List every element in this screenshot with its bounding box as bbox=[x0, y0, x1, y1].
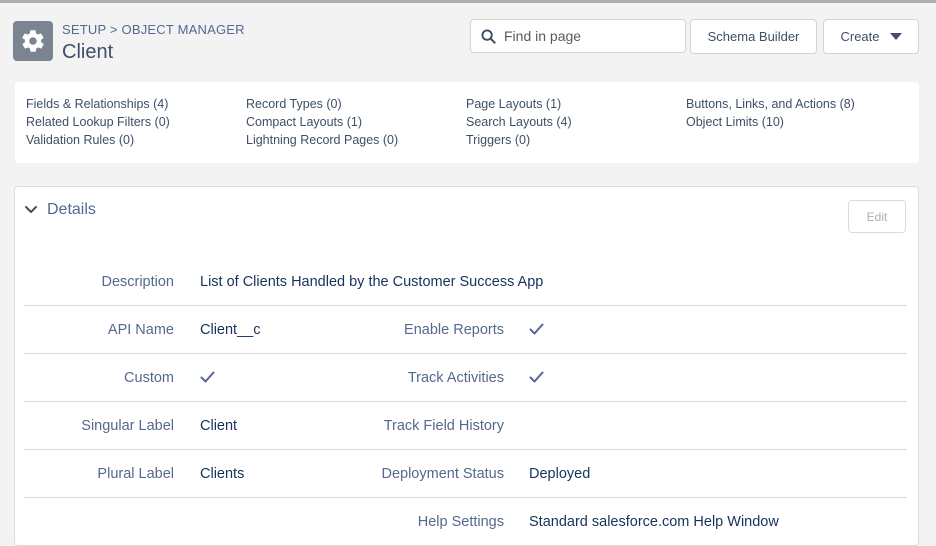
find-in-page-search[interactable] bbox=[470, 19, 686, 53]
detail-row-plural-label: Plural Label Clients Deployment Status D… bbox=[24, 450, 907, 498]
link-triggers[interactable]: Triggers (0) bbox=[466, 131, 572, 149]
field-value: List of Clients Handled by the Customer … bbox=[200, 274, 544, 290]
quick-links-column-2: Record Types (0) Compact Layouts (1) Lig… bbox=[246, 95, 398, 149]
checkmark-icon bbox=[529, 323, 544, 335]
field-value: Deployed bbox=[529, 466, 591, 482]
chevron-down-icon bbox=[25, 206, 37, 214]
create-button-label: Create bbox=[840, 29, 880, 44]
quick-links-column-1: Fields & Relationships (4) Related Looku… bbox=[26, 95, 170, 149]
quick-links-panel: Fields & Relationships (4) Related Looku… bbox=[15, 82, 919, 163]
link-lightning-record-pages[interactable]: Lightning Record Pages (0) bbox=[246, 131, 398, 149]
field-label: Description bbox=[101, 274, 174, 290]
field-label: Track Field History bbox=[383, 418, 504, 434]
link-fields-relationships[interactable]: Fields & Relationships (4) bbox=[26, 95, 170, 113]
field-label: Singular Label bbox=[81, 418, 174, 434]
breadcrumb[interactable]: SETUP > OBJECT MANAGER bbox=[62, 22, 245, 37]
field-label: Track Activities bbox=[407, 370, 504, 386]
detail-row-api-name: API Name Client__c Enable Reports bbox=[24, 306, 907, 354]
detail-row-help-settings: Help Settings Standard salesforce.com He… bbox=[24, 498, 907, 546]
link-compact-layouts[interactable]: Compact Layouts (1) bbox=[246, 113, 398, 131]
detail-row-singular-label: Singular Label Client Track Field Histor… bbox=[24, 402, 907, 450]
field-label: Enable Reports bbox=[404, 322, 504, 338]
detail-row-description: Description List of Clients Handled by t… bbox=[24, 258, 907, 306]
gear-icon bbox=[13, 21, 53, 61]
create-button[interactable]: Create bbox=[823, 19, 919, 54]
quick-links-column-4: Buttons, Links, and Actions (8) Object L… bbox=[686, 95, 855, 131]
checkmark-icon bbox=[200, 371, 215, 383]
details-card: Details Edit Description List of Clients… bbox=[14, 186, 919, 546]
page-title: Client bbox=[62, 41, 114, 63]
link-related-lookup-filters[interactable]: Related Lookup Filters (0) bbox=[26, 113, 170, 131]
field-label: Plural Label bbox=[97, 466, 174, 482]
link-buttons-links-actions[interactable]: Buttons, Links, and Actions (8) bbox=[686, 95, 855, 113]
field-value: Client__c bbox=[200, 322, 261, 338]
field-label: Deployment Status bbox=[381, 466, 504, 482]
caret-down-icon bbox=[889, 32, 902, 41]
search-icon bbox=[481, 28, 496, 44]
field-value: Client bbox=[200, 418, 238, 434]
link-page-layouts[interactable]: Page Layouts (1) bbox=[466, 95, 572, 113]
field-value: Clients bbox=[200, 466, 245, 482]
schema-builder-button[interactable]: Schema Builder bbox=[690, 19, 817, 54]
field-value: Standard salesforce.com Help Window bbox=[529, 514, 779, 530]
link-record-types[interactable]: Record Types (0) bbox=[246, 95, 398, 113]
link-validation-rules[interactable]: Validation Rules (0) bbox=[26, 131, 170, 149]
checkmark-icon bbox=[529, 371, 544, 383]
page-header: SETUP > OBJECT MANAGER Client Schema Bui… bbox=[0, 3, 936, 79]
details-section-toggle[interactable]: Details bbox=[25, 201, 96, 219]
link-object-limits[interactable]: Object Limits (10) bbox=[686, 113, 855, 131]
section-title: Details bbox=[47, 201, 96, 218]
link-search-layouts[interactable]: Search Layouts (4) bbox=[466, 113, 572, 131]
field-label: Custom bbox=[124, 370, 174, 386]
search-input[interactable] bbox=[504, 28, 674, 44]
field-label: Help Settings bbox=[417, 514, 504, 530]
detail-row-custom: Custom Track Activities bbox=[24, 354, 907, 402]
edit-button[interactable]: Edit bbox=[848, 200, 906, 233]
quick-links-column-3: Page Layouts (1) Search Layouts (4) Trig… bbox=[466, 95, 572, 149]
field-label: API Name bbox=[107, 322, 174, 338]
